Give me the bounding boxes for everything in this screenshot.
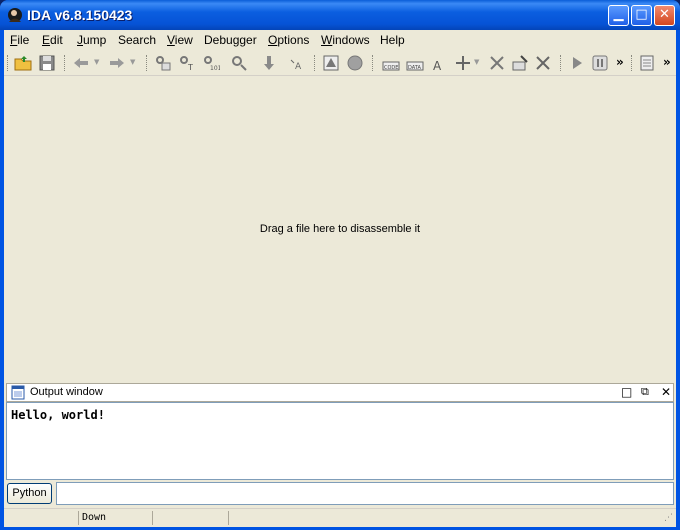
restore-pane-icon[interactable]: ⧉: [641, 385, 649, 399]
status-state: Down: [82, 512, 107, 523]
title-bar[interactable]: IDA v6.8.150423 ▁ □ ✕: [0, 0, 680, 30]
output-window[interactable]: Hello, world!: [6, 402, 674, 480]
xref-icon[interactable]: A: [289, 54, 307, 72]
python-command-input[interactable]: [56, 482, 674, 505]
delete-icon[interactable]: [534, 54, 552, 72]
down-arrow-icon[interactable]: [260, 54, 278, 72]
app-window: IDA v6.8.150423 ▁ □ ✕ File Edit Jump Sea…: [0, 0, 680, 530]
run-icon[interactable]: [568, 54, 586, 72]
pause-icon[interactable]: [591, 54, 609, 72]
toolbar-overflow-icon[interactable]: »: [616, 55, 624, 69]
python-button[interactable]: Python: [7, 483, 52, 504]
disassembly-area[interactable]: Drag a file here to disassemble it: [4, 76, 676, 382]
maximize-button[interactable]: □: [631, 5, 652, 26]
minimize-icon: ▁: [613, 7, 624, 22]
menu-edit[interactable]: Edit: [42, 33, 63, 47]
output-window-header[interactable]: Output window □ ⧉ ✕: [6, 383, 674, 402]
menu-windows[interactable]: Windows: [321, 33, 370, 47]
toolbar: ▼ ▼ T 101 A CODE DATA A ▼ » »: [4, 51, 676, 76]
toolbar-grip[interactable]: [372, 55, 375, 71]
menu-view[interactable]: View: [167, 33, 193, 47]
patch-icon[interactable]: [488, 54, 506, 72]
make-data-icon[interactable]: DATA: [406, 54, 424, 72]
graph-view-icon[interactable]: [322, 54, 340, 72]
add-struct-icon[interactable]: [454, 54, 472, 72]
toolbar-grip[interactable]: [560, 55, 563, 71]
status-divider: [78, 511, 79, 525]
resize-grip-icon[interactable]: ⋰: [664, 513, 673, 523]
menu-bar: File Edit Jump Search View Debugger Opti…: [4, 30, 676, 50]
svg-text:A: A: [433, 59, 442, 72]
menu-search[interactable]: Search: [118, 33, 156, 47]
toolbar-grip[interactable]: [631, 55, 634, 71]
toolbar-grip[interactable]: [64, 55, 67, 71]
minimize-button[interactable]: ▁: [608, 5, 629, 26]
edit-function-icon[interactable]: [511, 54, 529, 72]
svg-text:CODE: CODE: [384, 65, 398, 71]
back-arrow-icon[interactable]: [72, 54, 90, 72]
search-text-icon[interactable]: T: [178, 54, 196, 72]
maximize-pane-icon[interactable]: □: [621, 385, 632, 399]
make-string-icon[interactable]: A: [430, 54, 448, 72]
chevron-down-icon[interactable]: ▼: [130, 58, 135, 66]
close-pane-icon[interactable]: ✕: [661, 385, 671, 399]
toolbar-grip[interactable]: [146, 55, 149, 71]
ida-logo-icon: [8, 8, 22, 22]
output-window-title: Output window: [30, 386, 103, 398]
menu-debugger[interactable]: Debugger: [204, 33, 257, 47]
status-bar: Down ⋰: [4, 508, 676, 527]
toolbar-grip[interactable]: [7, 55, 10, 71]
notepad-icon[interactable]: [638, 54, 656, 72]
chevron-down-icon[interactable]: ▼: [94, 58, 99, 66]
toolbar-overflow-icon[interactable]: »: [663, 55, 671, 69]
search-next-icon[interactable]: [230, 54, 248, 72]
status-divider: [228, 511, 229, 525]
search-binary-icon[interactable]: [154, 54, 172, 72]
svg-text:T: T: [187, 63, 193, 72]
menu-jump[interactable]: Jump: [77, 33, 106, 47]
search-immediate-icon[interactable]: 101: [202, 54, 220, 72]
svg-text:A: A: [295, 62, 302, 72]
output-window-icon: [11, 385, 25, 400]
make-code-icon[interactable]: CODE: [382, 54, 400, 72]
svg-text:DATA: DATA: [408, 65, 421, 71]
svg-text:101: 101: [210, 65, 220, 72]
toolbar-grip[interactable]: [314, 55, 317, 71]
output-text: Hello, world!: [11, 408, 105, 422]
breakpoint-icon[interactable]: [346, 54, 364, 72]
status-divider: [152, 511, 153, 525]
close-icon: ✕: [659, 7, 670, 22]
save-icon[interactable]: [38, 54, 56, 72]
menu-help[interactable]: Help: [380, 33, 405, 47]
menu-file[interactable]: File: [10, 33, 29, 47]
client-area: File Edit Jump Search View Debugger Opti…: [4, 30, 676, 527]
close-button[interactable]: ✕: [654, 5, 675, 26]
forward-arrow-icon[interactable]: [108, 54, 126, 72]
window-title: IDA v6.8.150423: [27, 7, 133, 23]
maximize-icon: □: [635, 7, 648, 22]
open-folder-icon[interactable]: [14, 54, 32, 72]
menu-options[interactable]: Options: [268, 33, 309, 47]
chevron-down-icon[interactable]: ▼: [474, 58, 479, 66]
drag-hint: Drag a file here to disassemble it: [259, 223, 421, 235]
